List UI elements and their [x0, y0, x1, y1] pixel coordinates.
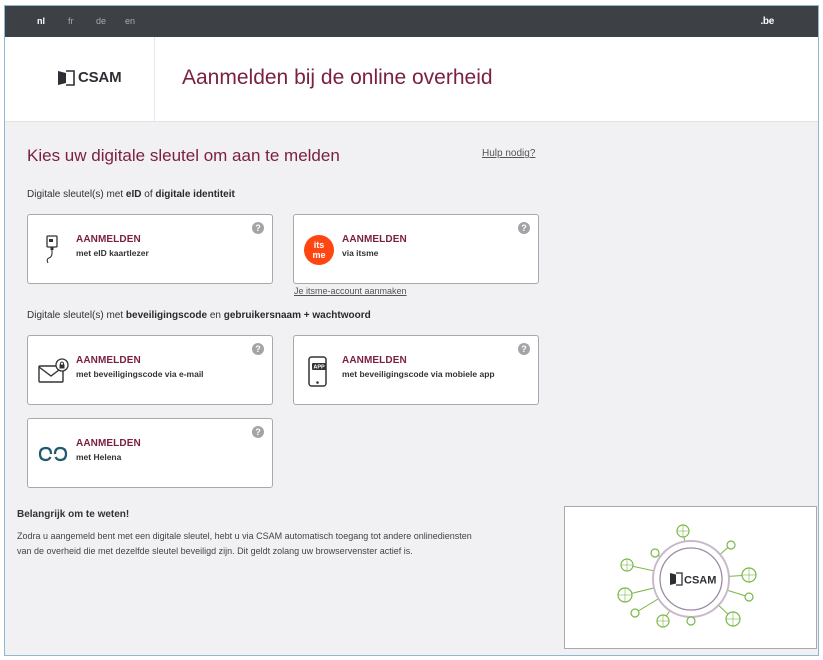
section-label-text: Digitale sleutel(s) met	[27, 310, 126, 321]
card-subtitle: met eID kaartlezer	[76, 248, 149, 258]
svg-text:CSAM: CSAM	[684, 575, 716, 587]
itsme-logo: its me	[304, 235, 334, 265]
card-subtitle: met Helena	[76, 452, 122, 462]
lang-fr[interactable]: fr	[68, 16, 74, 26]
card-title: AANMELDEN	[76, 438, 141, 449]
email-lock-icon	[38, 358, 69, 383]
svg-text:its: its	[314, 240, 325, 250]
section-label-text: Digitale sleutel(s) met	[27, 189, 126, 200]
csam-logo[interactable]: CSAM	[57, 69, 122, 86]
page-frame: nl fr de en .be CSAM Aanmelden bij de on…	[4, 5, 819, 656]
lang-nl[interactable]: nl	[37, 16, 45, 26]
help-question-icon[interactable]: ?	[252, 343, 264, 355]
be-logo[interactable]: .be	[760, 16, 774, 27]
login-card-itsme[interactable]: ? its me AANMELDEN via itsme	[293, 214, 539, 284]
top-bar: nl fr de en .be	[5, 6, 818, 37]
csam-logo-text: CSAM	[78, 69, 122, 86]
help-question-icon[interactable]: ?	[252, 222, 264, 234]
card-title: AANMELDEN	[342, 234, 407, 245]
section-label-code: Digitale sleutel(s) met beveiligingscode…	[27, 310, 371, 321]
csam-door-icon	[58, 69, 75, 86]
section-label-bold: beveiligingscode	[125, 310, 208, 321]
section-label-eid: Digitale sleutel(s) met eID of digitale …	[27, 189, 235, 200]
svg-text:me: me	[312, 250, 325, 260]
mobile-app-icon: APP	[308, 356, 327, 387]
card-title: AANMELDEN	[76, 234, 141, 245]
login-card-eid[interactable]: ? AANMELDEN met eID kaartlezer	[27, 214, 273, 284]
login-card-email[interactable]: ? AANMELDEN met beveiligingscode via e-m…	[27, 335, 273, 405]
site-title: Aanmelden bij de online overheid	[182, 66, 493, 89]
section-label-text: en	[207, 310, 224, 321]
help-question-icon[interactable]: ?	[518, 343, 530, 355]
network-diagram-icon: CSAM	[617, 524, 757, 628]
card-subtitle: met beveiligingscode via e-mail	[76, 369, 204, 379]
info-title: Belangrijk om te weten!	[17, 509, 130, 520]
card-subtitle: via itsme	[342, 248, 379, 258]
section-label-text: of	[141, 189, 156, 200]
card-subtitle: met beveiligingscode via mobiele app	[342, 369, 495, 379]
helena-icon	[38, 446, 68, 462]
card-title: AANMELDEN	[342, 355, 407, 366]
section-label-bold: eID	[125, 189, 142, 200]
card-title: AANMELDEN	[76, 355, 141, 366]
help-question-icon[interactable]: ?	[518, 222, 530, 234]
itsme-account-link[interactable]: Je itsme-account aanmaken	[294, 286, 407, 296]
lang-en[interactable]: en	[125, 16, 135, 26]
help-link[interactable]: Hulp nodig?	[482, 148, 535, 159]
login-card-helena[interactable]: ? AANMELDEN met Helena	[27, 418, 273, 488]
info-text: Zodra u aangemeld bent met een digitale …	[17, 531, 472, 556]
section-label-bold: gebruikersnaam + wachtwoord	[223, 310, 371, 321]
logo-container: CSAM	[5, 37, 155, 122]
login-card-mobile-app[interactable]: ? APP AANMELDEN met beveiligingscode via…	[293, 335, 539, 405]
page-title: Kies uw digitale sleutel om aan te melde…	[27, 146, 340, 165]
help-question-icon[interactable]: ?	[252, 426, 264, 438]
lang-de[interactable]: de	[96, 16, 106, 26]
card-reader-icon	[46, 235, 58, 264]
header: CSAM Aanmelden bij de online overheid	[5, 37, 818, 122]
svg-text:APP: APP	[313, 365, 325, 371]
section-label-bold: digitale identiteit	[155, 189, 235, 200]
csam-network-illustration: CSAM	[564, 506, 817, 649]
